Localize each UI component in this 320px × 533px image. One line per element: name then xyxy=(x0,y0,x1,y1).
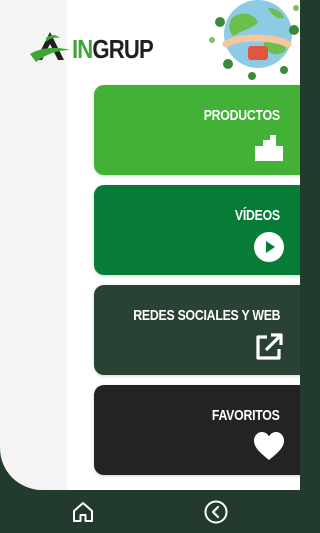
redes-sociales-web-button[interactable]: REDES SOCIALES Y WEB xyxy=(94,285,300,375)
videos-label: VÍDEOS xyxy=(234,207,280,224)
main-screen: INGRUP PRODUCTOS VÍDEOS REDES SOCIALES Y… xyxy=(0,0,300,490)
home-icon[interactable] xyxy=(71,500,95,524)
favoritos-button[interactable]: FAVORITOS xyxy=(94,385,300,475)
logo-text-in: IN xyxy=(72,34,93,64)
logo-mark-icon xyxy=(30,32,70,62)
favoritos-label: FAVORITOS xyxy=(212,407,280,424)
logo-text-grup: GRUP xyxy=(92,34,153,64)
logo-wordmark: INGRUP xyxy=(72,34,154,64)
external-link-icon xyxy=(256,333,283,360)
play-circle-icon xyxy=(254,232,284,262)
ingrup-logo: INGRUP xyxy=(28,30,154,70)
earth-globe-illustration xyxy=(209,0,299,80)
productos-button[interactable]: PRODUCTOS xyxy=(94,85,300,175)
productos-label: PRODUCTOS xyxy=(203,107,280,124)
redes-sociales-web-label: REDES SOCIALES Y WEB xyxy=(132,307,280,324)
videos-button[interactable]: VÍDEOS xyxy=(94,185,300,275)
back-circle-icon[interactable] xyxy=(204,500,228,524)
heart-icon xyxy=(254,432,284,460)
factory-icon xyxy=(255,135,283,161)
